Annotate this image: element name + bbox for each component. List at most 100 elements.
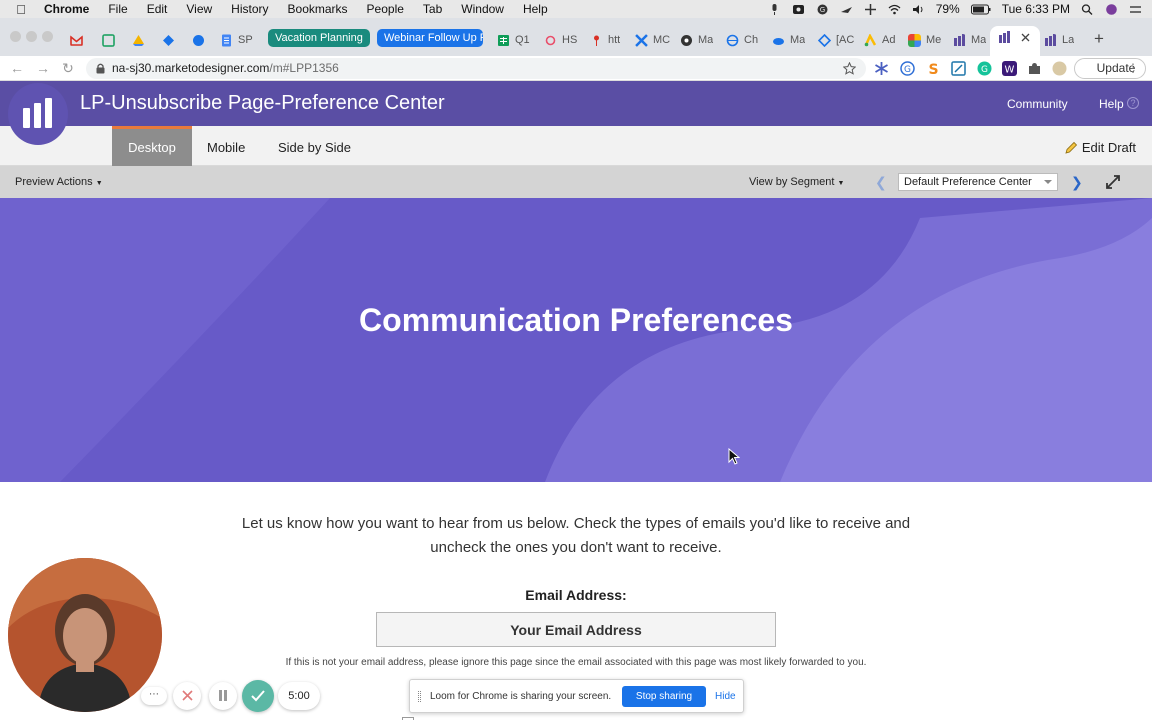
tab-mobile[interactable]: Mobile: [207, 126, 245, 166]
stop-sharing-button[interactable]: Stop sharing: [622, 686, 706, 707]
email-address-input[interactable]: [376, 612, 776, 647]
screen-record-icon[interactable]: [792, 4, 805, 15]
window-minimize-button[interactable]: [26, 31, 37, 42]
menu-tab[interactable]: Tab: [423, 2, 442, 16]
loom-cancel-button[interactable]: [173, 682, 201, 710]
next-segment-icon[interactable]: ❯: [1071, 175, 1083, 189]
help-link[interactable]: Help: [1099, 97, 1124, 111]
url-domain: na-sj30.marketodesigner.com: [112, 61, 270, 75]
tab-ad[interactable]: Ad: [864, 30, 895, 50]
edit-draft-button[interactable]: Edit Draft: [1065, 140, 1136, 155]
control-center-icon[interactable]: [1129, 4, 1142, 15]
tab-title: Q1: [515, 34, 530, 46]
menu-help[interactable]: Help: [523, 2, 548, 16]
tab-side-by-side[interactable]: Side by Side: [278, 126, 351, 166]
help-question-icon[interactable]: ?: [1127, 97, 1139, 109]
view-by-segment-menu[interactable]: View by Segment ▼: [749, 176, 844, 188]
loom-webcam-bubble[interactable]: [8, 558, 162, 712]
tab-ch[interactable]: Ch: [726, 30, 758, 50]
tab-active-marketo[interactable]: [990, 26, 1040, 56]
tab-calendar[interactable]: [102, 30, 120, 50]
lock-icon[interactable]: [96, 63, 105, 74]
tab-gmail[interactable]: [70, 30, 88, 50]
asterisk-extension-icon[interactable]: [874, 61, 889, 76]
tab-drive[interactable]: [132, 30, 150, 50]
tab-mc[interactable]: MC: [635, 30, 670, 50]
s-extension-icon[interactable]: S: [926, 61, 941, 76]
loom-more-button[interactable]: ⋯: [141, 687, 167, 705]
tab-ac[interactable]: [AC: [818, 30, 854, 50]
new-tab-button[interactable]: +: [1094, 29, 1104, 49]
tab-ma-1[interactable]: Ma: [680, 30, 713, 50]
checkmark-icon: [251, 690, 265, 702]
menu-window[interactable]: Window: [461, 2, 504, 16]
loom-pause-button[interactable]: [209, 682, 237, 710]
view-by-segment-label: View by Segment: [749, 176, 835, 188]
back-arrow-icon[interactable]: ←: [9, 60, 25, 76]
tab-ma-2[interactable]: Ma: [772, 30, 805, 50]
hide-button[interactable]: Hide: [715, 691, 736, 702]
more-menu-icon[interactable]: ⋮: [1127, 59, 1139, 78]
preview-actions-menu[interactable]: Preview Actions ▼: [15, 176, 103, 188]
window-close-button[interactable]: [10, 31, 21, 42]
sheets-icon: [498, 34, 509, 46]
microphone-icon[interactable]: [768, 3, 781, 15]
tab-sp[interactable]: SP: [220, 30, 253, 50]
macos-menu-bar:  Chrome File Edit View History Bookmark…: [0, 0, 1152, 18]
previous-segment-icon[interactable]: ❮: [875, 175, 887, 189]
tab-me[interactable]: Me: [908, 30, 941, 50]
community-link[interactable]: Community: [1007, 97, 1068, 111]
tab-desktop[interactable]: Desktop: [112, 126, 192, 166]
profile-avatar-icon[interactable]: [1052, 61, 1067, 76]
drag-handle-icon[interactable]: [418, 691, 421, 702]
menu-people[interactable]: People: [367, 2, 404, 16]
menu-view[interactable]: View: [186, 2, 212, 16]
menu-chrome[interactable]: Chrome: [44, 2, 89, 16]
swoosh-icon[interactable]: [840, 4, 853, 15]
close-tab-icon[interactable]: [1021, 33, 1030, 42]
fullscreen-expand-icon[interactable]: [1106, 175, 1120, 189]
tab-hs[interactable]: HS: [544, 30, 577, 50]
slack-icon[interactable]: [864, 3, 877, 15]
screenshot-extension-icon[interactable]: [951, 61, 966, 76]
menu-history[interactable]: History: [231, 2, 268, 16]
forward-arrow-icon[interactable]: →: [35, 60, 51, 76]
marketo-icon: [954, 33, 965, 46]
menu-edit[interactable]: Edit: [147, 2, 168, 16]
apple-menu-icon[interactable]: : [14, 2, 28, 17]
spotlight-search-icon[interactable]: [1081, 3, 1094, 15]
window-zoom-button[interactable]: [42, 31, 53, 42]
select-caret-icon: [1044, 180, 1052, 184]
menu-file[interactable]: File: [108, 2, 127, 16]
menu-bookmarks[interactable]: Bookmarks: [288, 2, 348, 16]
marketo-logo-icon[interactable]: [8, 83, 68, 145]
menu-clock[interactable]: Tue 6:33 PM: [1002, 2, 1070, 16]
w-extension-icon[interactable]: W: [1002, 61, 1017, 76]
marketo-icon: [1045, 33, 1056, 46]
tab-title: La: [1062, 34, 1075, 46]
reload-icon[interactable]: ↻: [60, 60, 76, 76]
sheet-calendar-icon: [102, 33, 115, 47]
wifi-icon[interactable]: [888, 4, 901, 15]
address-bar[interactable]: na-sj30.marketodesigner.com/m#LPP1356: [86, 58, 866, 79]
tab-group-vacation-planning[interactable]: Vacation Planning: [268, 29, 370, 47]
update-button[interactable]: Update ⋮: [1074, 58, 1146, 79]
tab-ma-3[interactable]: Ma: [953, 30, 986, 50]
tab-circle[interactable]: [192, 30, 210, 50]
world-extension-icon[interactable]: G: [900, 61, 915, 76]
grammarly-icon[interactable]: G: [816, 4, 829, 15]
tab-q1[interactable]: Q1: [497, 30, 530, 50]
tab-la[interactable]: La: [1044, 30, 1074, 50]
bookmark-star-icon[interactable]: [843, 62, 856, 75]
user-avatar-icon[interactable]: [1105, 3, 1118, 15]
tab-diamond[interactable]: [162, 30, 180, 50]
battery-icon[interactable]: [970, 4, 991, 15]
tab-htt[interactable]: htt: [590, 30, 620, 50]
extensions-puzzle-icon[interactable]: [1027, 61, 1042, 76]
tab-group-webinar-follow-up[interactable]: Webinar Follow Up F: [377, 29, 483, 47]
segment-select[interactable]: Default Preference Center: [898, 173, 1058, 191]
volume-icon[interactable]: [912, 4, 925, 15]
grammarly-extension-icon[interactable]: G: [977, 61, 992, 76]
intro-text: Let us know how you want to hear from us…: [241, 515, 911, 556]
loom-finish-button[interactable]: [242, 680, 274, 712]
